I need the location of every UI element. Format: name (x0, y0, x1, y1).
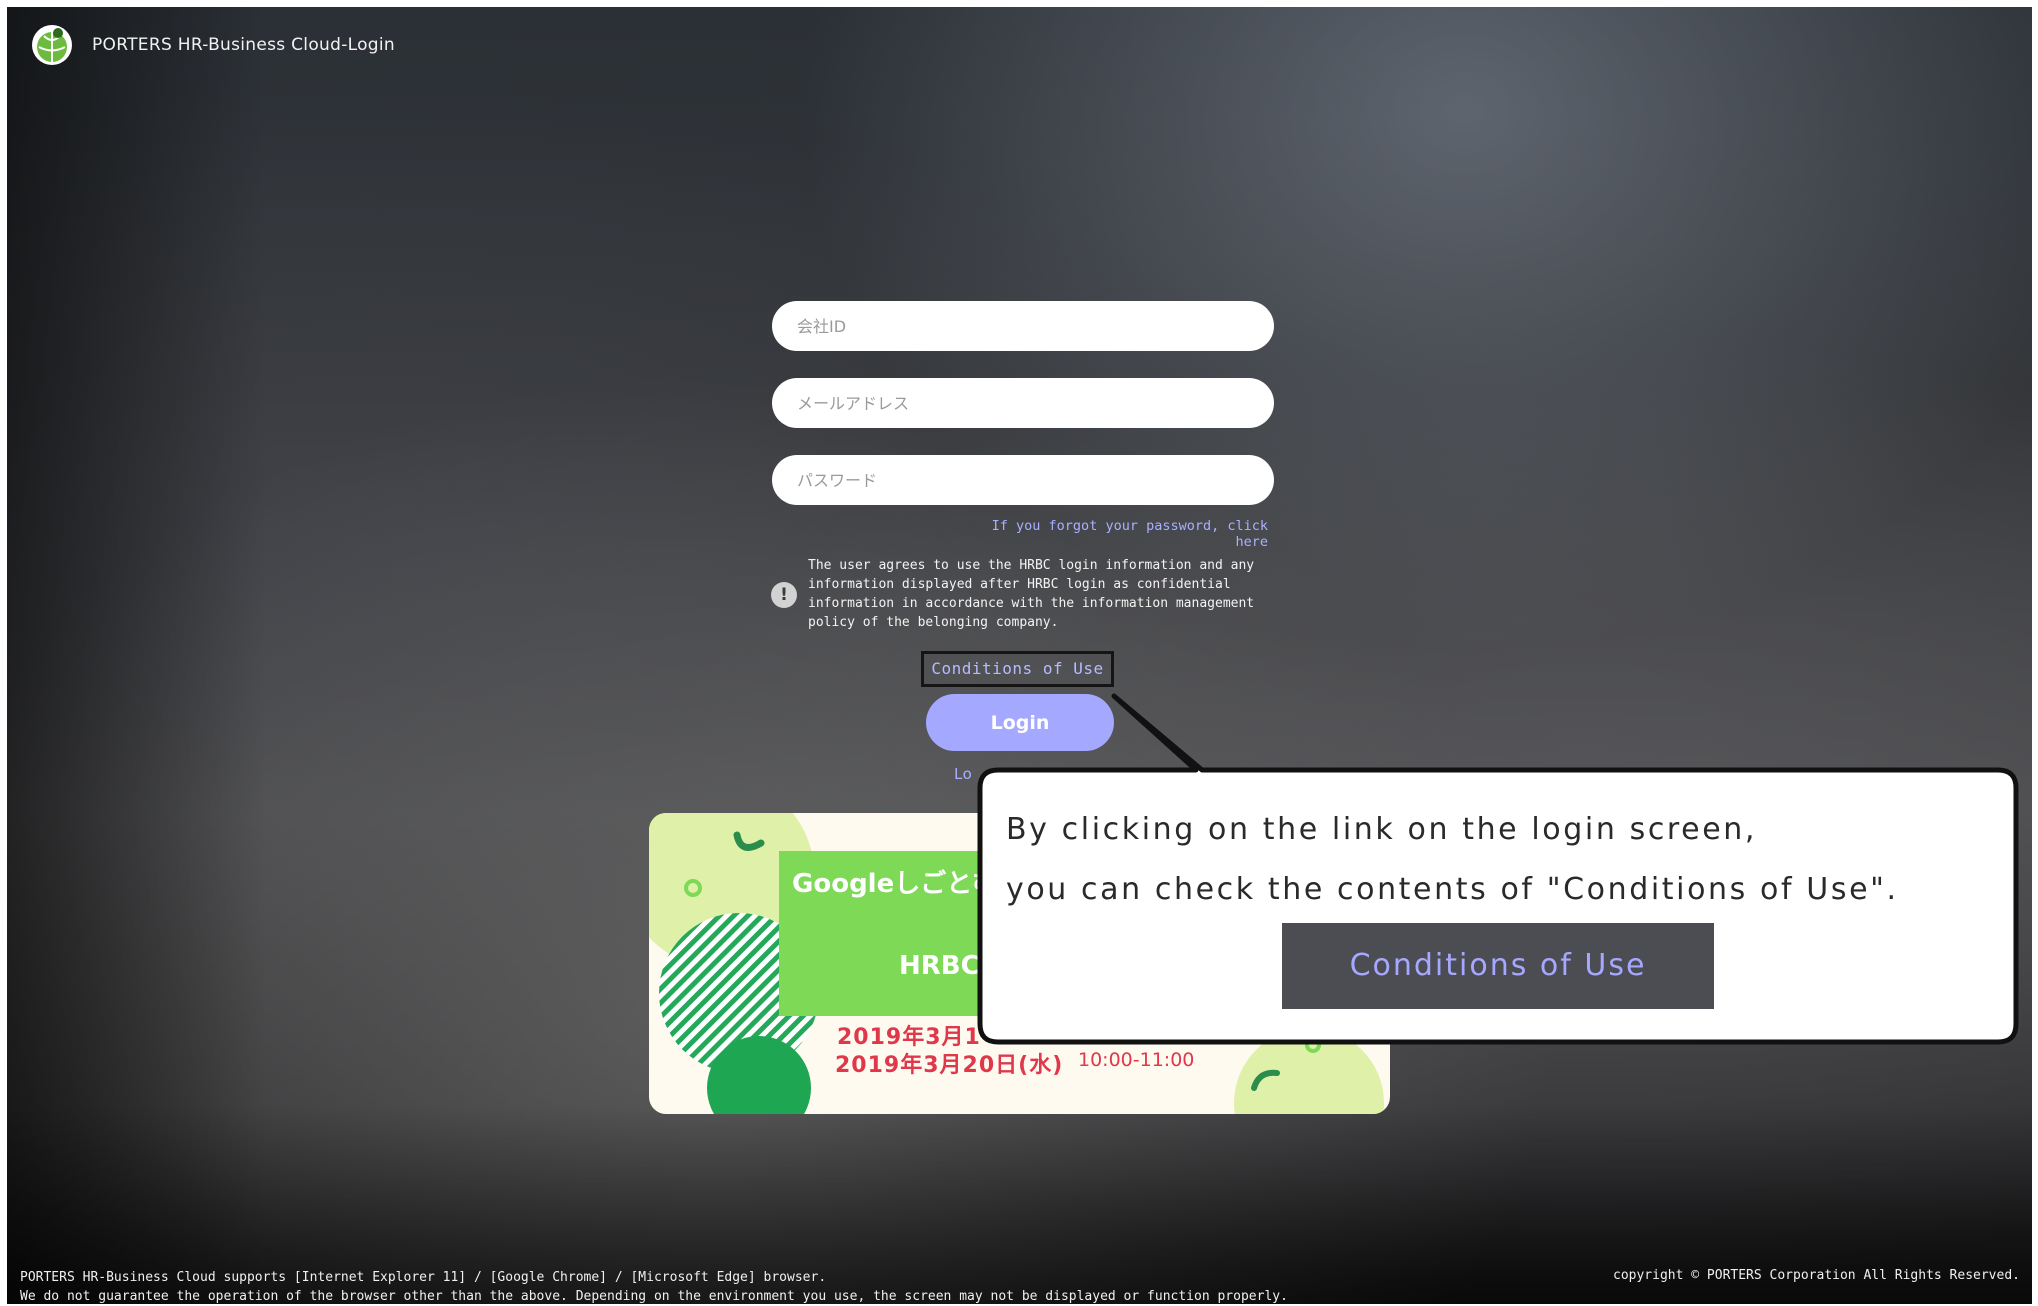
callout-line: By clicking on the link on the login scr… (1006, 812, 1758, 847)
footer-line: We do not guarantee the operation of the… (20, 1289, 1288, 1304)
callout-bubble (977, 693, 2019, 1045)
browser-support-notice: PORTERS HR-Business Cloud supports [Inte… (20, 1268, 1288, 1306)
callout-line: you can check the contents of "Condition… (1006, 872, 1899, 907)
footer-line: PORTERS HR-Business Cloud supports [Inte… (20, 1270, 827, 1285)
callout-text: By clicking on the link on the login scr… (1006, 800, 1899, 920)
copyright: copyright © PORTERS Corporation All Righ… (1613, 1268, 2020, 1283)
callout-conditions-button: Conditions of Use (1282, 923, 1714, 1009)
